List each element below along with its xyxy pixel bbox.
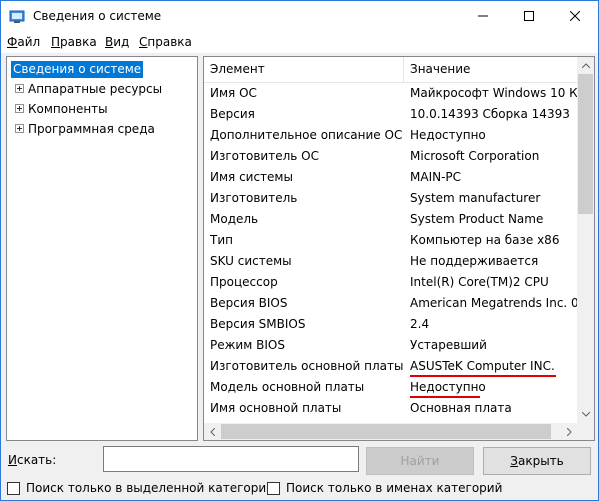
chevron-right-icon <box>567 427 572 436</box>
expand-icon[interactable] <box>15 104 24 113</box>
table-row[interactable]: Процессор Intel(R) Core(TM)2 CPU <box>204 272 578 293</box>
row-item-name: Версия <box>210 107 255 121</box>
table-row[interactable]: Версия BIOS American Megatrends Inc. 05 <box>204 293 578 314</box>
maximize-icon <box>524 11 534 21</box>
title-bar[interactable]: Сведения о системе <box>1 1 598 31</box>
highlight-underline <box>410 375 556 377</box>
table-row[interactable]: Имя основной платы Основная плата <box>204 398 578 419</box>
tree-item-components[interactable]: Компоненты <box>15 101 108 118</box>
chevron-up-icon <box>581 63 590 68</box>
highlight-underline <box>410 396 480 398</box>
row-item-name: Тип <box>210 233 233 247</box>
expand-icon[interactable] <box>15 124 24 133</box>
row-item-value: Компьютер на базе x86 <box>410 233 560 247</box>
row-item-value: ASUSTeK Computer INC. <box>410 359 555 373</box>
list-rows: Имя ОС Майкрософт Windows 10 Ко Версия 10.0… <box>204 83 578 419</box>
table-row[interactable]: Дополнительное описание ОС Недоступно <box>204 125 578 146</box>
maximize-button[interactable] <box>506 1 552 31</box>
menu-help[interactable]: Справка <box>139 35 192 49</box>
scrollbar-corner <box>577 423 594 440</box>
table-row[interactable]: Изготовитель System manufacturer <box>204 188 578 209</box>
horizontal-scroll-thumb[interactable] <box>221 424 551 439</box>
row-item-name: Процессор <box>210 275 278 289</box>
vertical-scrollbar[interactable] <box>577 57 594 423</box>
row-item-value: American Megatrends Inc. 05 <box>410 296 578 310</box>
row-item-name: Режим BIOS <box>210 338 285 352</box>
window-title: Сведения о системе <box>33 9 162 23</box>
row-item-name: Дополнительное описание ОС <box>210 128 403 142</box>
menu-view[interactable]: Вид <box>105 35 129 49</box>
search-input[interactable] <box>103 446 359 472</box>
menu-edit[interactable]: Правка <box>51 35 97 49</box>
table-row[interactable]: Модель основной платы Недоступно <box>204 377 578 398</box>
system-info-window: Сведения о системе Файл Правка Вид Справ… <box>0 0 599 501</box>
row-item-value: MAIN-PC <box>410 170 462 184</box>
tree-item-hardware-resources[interactable]: Аппаратные ресурсы <box>15 81 162 98</box>
row-item-value: Недоступно <box>410 128 486 142</box>
list-header: Элемент Значение <box>204 57 578 83</box>
search-label: Искать: <box>8 453 57 467</box>
table-row[interactable]: Режим BIOS Устаревший <box>204 335 578 356</box>
details-list[interactable]: Элемент Значение Имя ОС Майкрософт Window… <box>203 56 595 441</box>
close-icon <box>570 11 580 21</box>
row-item-name: Модель основной платы <box>210 380 365 394</box>
horizontal-scrollbar[interactable] <box>204 423 578 440</box>
row-item-value: Не поддерживается <box>410 254 539 268</box>
search-selected-category-checkbox[interactable]: Поиск только в выделенной категории <box>7 480 274 496</box>
scroll-left-arrow[interactable] <box>204 423 221 440</box>
scroll-up-arrow[interactable] <box>577 57 594 74</box>
column-header-item[interactable]: Элемент <box>204 57 265 82</box>
checkbox-box[interactable] <box>267 481 280 495</box>
row-item-name: Версия SMBIOS <box>210 317 306 331</box>
row-item-value: Основная плата <box>410 401 512 415</box>
chevron-down-icon <box>581 412 590 417</box>
find-button[interactable]: Найти <box>366 447 474 475</box>
table-row[interactable]: Версия 10.0.14393 Сборка 14393 <box>204 104 578 125</box>
row-item-value: 10.0.14393 Сборка 14393 <box>410 107 570 121</box>
row-item-value: Устаревший <box>410 338 487 352</box>
row-item-name: SKU системы <box>210 254 292 268</box>
row-item-value: Майкрософт Windows 10 Ко <box>410 86 578 100</box>
table-row[interactable]: Имя системы MAIN-PC <box>204 167 578 188</box>
close-button[interactable] <box>552 1 598 31</box>
row-item-value: System manufacturer <box>410 191 541 205</box>
tree-root-system-summary[interactable]: Сведения о системе <box>11 61 144 78</box>
close-dialog-button[interactable]: Закрыть <box>483 447 591 475</box>
category-tree[interactable]: Сведения о системе Аппаратные ресурсы Ко… <box>6 56 198 441</box>
menu-bar: Файл Правка Вид Справка <box>1 31 598 53</box>
row-item-value: Intel(R) Core(TM)2 CPU <box>410 275 549 289</box>
row-item-name: Изготовитель ОС <box>210 149 319 163</box>
row-item-name: Изготовитель <box>210 191 298 205</box>
minimize-icon <box>478 15 488 17</box>
system-info-app-icon <box>9 9 25 25</box>
row-item-name: Модель <box>210 212 259 226</box>
row-item-value: System Product Name <box>410 212 544 226</box>
row-item-name: Имя основной платы <box>210 401 342 415</box>
table-row[interactable]: Изготовитель основной платы ASUSTeK Compu… <box>204 356 578 377</box>
table-row[interactable]: Версия SMBIOS 2.4 <box>204 314 578 335</box>
column-header-value[interactable]: Значение <box>404 57 470 82</box>
minimize-button[interactable] <box>460 1 506 31</box>
row-item-name: Версия BIOS <box>210 296 288 310</box>
table-row[interactable]: Модель System Product Name <box>204 209 578 230</box>
row-item-value: Microsoft Corporation <box>410 149 540 163</box>
scroll-right-arrow[interactable] <box>561 423 578 440</box>
scroll-down-arrow[interactable] <box>577 406 594 423</box>
table-row[interactable]: Тип Компьютер на базе x86 <box>204 230 578 251</box>
row-item-name: Изготовитель основной платы <box>210 359 404 373</box>
chevron-left-icon <box>210 427 215 436</box>
menu-file[interactable]: Файл <box>7 35 40 49</box>
row-item-name: Имя системы <box>210 170 293 184</box>
row-item-value: Недоступно <box>410 380 486 394</box>
table-row[interactable]: Изготовитель ОС Microsoft Corporation <box>204 146 578 167</box>
row-item-name: Имя ОС <box>210 86 257 100</box>
table-row[interactable]: Имя ОС Майкрософт Windows 10 Ко <box>204 83 578 104</box>
row-item-value: 2.4 <box>410 317 430 331</box>
checkbox-box[interactable] <box>7 481 20 495</box>
search-category-names-checkbox[interactable]: Поиск только в именах категорий <box>267 480 502 496</box>
tree-item-software-environment[interactable]: Программная среда <box>15 121 155 138</box>
expand-icon[interactable] <box>15 84 24 93</box>
vertical-scroll-thumb[interactable] <box>578 74 593 214</box>
table-row[interactable]: SKU системы Не поддерживается <box>204 251 578 272</box>
